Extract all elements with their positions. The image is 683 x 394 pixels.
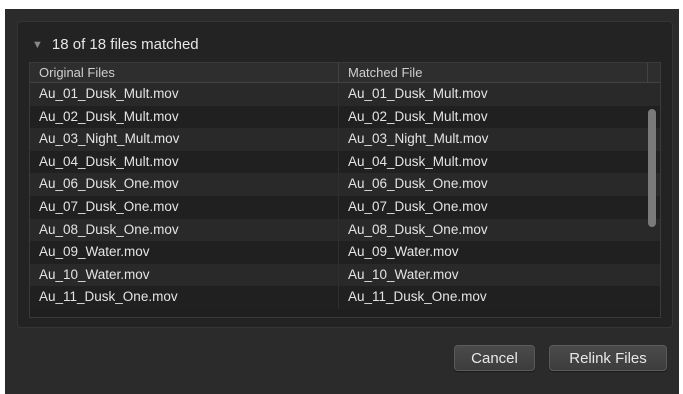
table-row[interactable]: Au_07_Dusk_One.mov Au_07_Dusk_One.mov xyxy=(30,195,660,219)
table-row[interactable]: Au_04_Dusk_Mult.mov Au_04_Dusk_Mult.mov xyxy=(30,150,660,174)
column-header-empty xyxy=(648,63,660,82)
disclosure-triangle-icon[interactable]: ▼ xyxy=(32,39,43,51)
original-file-cell: Au_11_Dusk_One.mov xyxy=(30,286,339,309)
original-file-cell: Au_01_Dusk_Mult.mov xyxy=(30,83,339,106)
matched-file-cell: Au_06_Dusk_One.mov xyxy=(348,176,488,192)
matched-file-cell: Au_04_Dusk_Mult.mov xyxy=(348,153,488,169)
matched-file-cell: Au_03_Night_Mult.mov xyxy=(348,131,489,147)
table-row[interactable]: Au_02_Dusk_Mult.mov Au_02_Dusk_Mult.mov xyxy=(30,105,660,129)
column-header-original-files[interactable]: Original Files xyxy=(30,63,339,82)
original-file-cell: Au_03_Night_Mult.mov xyxy=(30,128,339,151)
table-row[interactable]: Au_10_Water.mov Au_10_Water.mov xyxy=(30,263,660,287)
files-table[interactable]: Original Files Matched File Au_01_Dusk_M… xyxy=(29,62,661,318)
table-body: Au_01_Dusk_Mult.mov Au_01_Dusk_Mult.mov … xyxy=(30,83,660,309)
matched-file-cell: Au_01_Dusk_Mult.mov xyxy=(348,86,488,101)
table-row[interactable]: Au_08_Dusk_One.mov Au_08_Dusk_One.mov xyxy=(30,218,660,242)
table-row[interactable]: Au_06_Dusk_One.mov Au_06_Dusk_One.mov xyxy=(30,173,660,196)
matched-file-cell: Au_10_Water.mov xyxy=(348,266,459,282)
original-file-cell: Au_07_Dusk_One.mov xyxy=(30,195,339,219)
table-row[interactable]: Au_09_Water.mov Au_09_Water.mov xyxy=(30,241,660,264)
table-row[interactable]: Au_11_Dusk_One.mov Au_11_Dusk_One.mov xyxy=(30,286,660,309)
matched-files-summary: 18 of 18 files matched xyxy=(51,35,199,53)
matched-file-cell: Au_02_Dusk_Mult.mov xyxy=(348,108,488,124)
original-file-cell: Au_09_Water.mov xyxy=(30,241,339,264)
matched-file-cell: Au_09_Water.mov xyxy=(348,244,459,260)
matched-files-disclosure[interactable]: ▼ 18 of 18 files matched xyxy=(32,34,199,54)
original-file-cell: Au_02_Dusk_Mult.mov xyxy=(30,105,339,129)
table-row[interactable]: Au_01_Dusk_Mult.mov Au_01_Dusk_Mult.mov xyxy=(30,83,660,106)
table-header: Original Files Matched File xyxy=(30,63,660,83)
relink-files-button[interactable]: Relink Files xyxy=(549,345,667,371)
original-file-cell: Au_04_Dusk_Mult.mov xyxy=(30,150,339,174)
matched-file-cell: Au_11_Dusk_One.mov xyxy=(348,289,487,305)
original-file-cell: Au_10_Water.mov xyxy=(30,263,339,287)
matched-file-cell: Au_08_Dusk_One.mov xyxy=(348,221,488,237)
vertical-scrollbar[interactable] xyxy=(648,109,656,227)
table-row[interactable]: Au_03_Night_Mult.mov Au_03_Night_Mult.mo… xyxy=(30,128,660,151)
cancel-button[interactable]: Cancel xyxy=(454,345,535,371)
original-file-cell: Au_06_Dusk_One.mov xyxy=(30,173,339,196)
column-header-matched-file[interactable]: Matched File xyxy=(339,63,648,82)
relink-dialog: ▼ 18 of 18 files matched Original Files … xyxy=(5,9,679,394)
matched-files-group: ▼ 18 of 18 files matched Original Files … xyxy=(17,21,673,328)
matched-file-cell: Au_07_Dusk_One.mov xyxy=(348,198,488,214)
original-file-cell: Au_08_Dusk_One.mov xyxy=(30,218,339,242)
